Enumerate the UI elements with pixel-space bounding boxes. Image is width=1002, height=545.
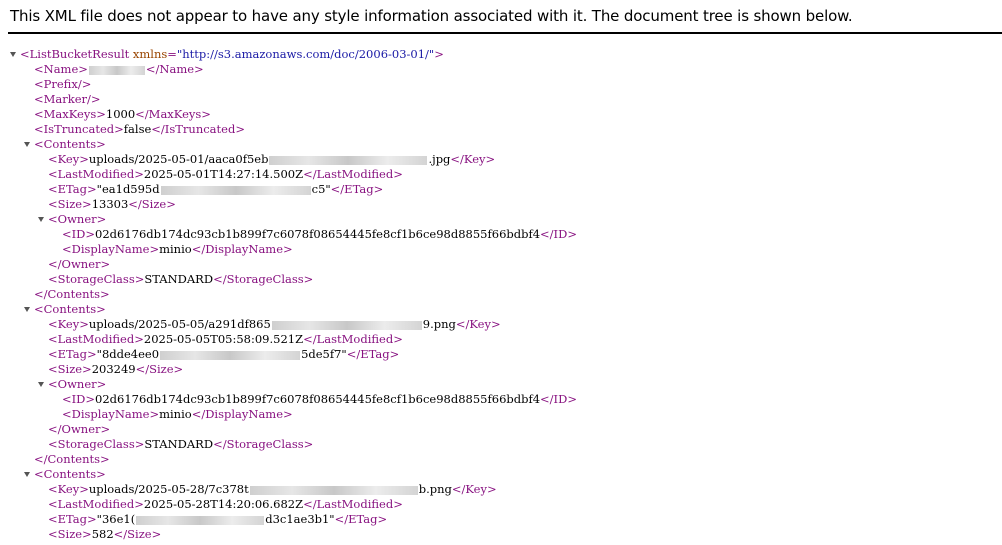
redacted-key [249, 485, 418, 495]
xml-viewer-header: This XML file does not appear to have an… [8, 0, 1002, 34]
redacted-bucket-name [88, 65, 145, 75]
xmlns-attribute: xmlns [132, 47, 168, 61]
collapse-arrow-icon[interactable] [38, 217, 44, 222]
redacted-etag [136, 515, 265, 525]
no-style-info-message: This XML file does not appear to have an… [10, 7, 853, 25]
redacted-key [271, 320, 422, 330]
xmlns-value: "http://s3.amazonaws.com/doc/2006-03-01/… [176, 47, 435, 61]
redacted-key [269, 155, 428, 165]
collapse-arrow-icon[interactable] [10, 52, 16, 57]
collapse-arrow-icon[interactable] [24, 142, 30, 147]
redacted-etag [160, 185, 311, 195]
root-open-tag: <ListBucketResult [20, 47, 130, 61]
collapse-arrow-icon[interactable] [24, 307, 30, 312]
collapse-arrow-icon[interactable] [38, 382, 44, 387]
redacted-etag [160, 350, 301, 360]
collapse-arrow-icon[interactable] [24, 472, 30, 477]
